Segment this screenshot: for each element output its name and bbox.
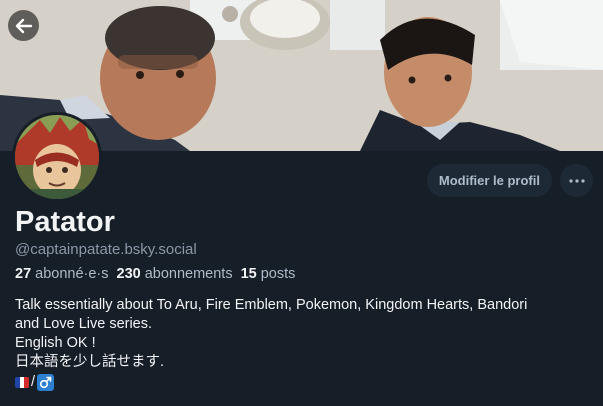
arrow-left-icon [15, 18, 32, 33]
bio-line: 日本語を少し話せます. [15, 354, 165, 370]
posts-count: 15 [240, 266, 257, 282]
profile-handle: @captainpatate.bsky.social [15, 241, 197, 258]
followers-label: abonné·e·s [35, 266, 109, 282]
ellipsis-icon [568, 178, 585, 183]
posts-stat: 15 posts [241, 266, 296, 282]
followers-stat[interactable]: 27 abonné·e·s [15, 266, 109, 282]
bio-line: English OK ! [15, 335, 96, 351]
bio-line: and Love Live series. [15, 316, 153, 332]
posts-label: posts [260, 266, 296, 282]
france-flag-icon [15, 377, 29, 388]
profile-actions: Modifier le profil [426, 164, 593, 197]
followers-count: 27 [15, 266, 32, 282]
flag-separator: / [31, 374, 36, 390]
bio-line: Talk essentially about To Aru, Fire Embl… [15, 297, 528, 313]
bio-flags: / [15, 373, 595, 392]
profile-stats: 27 abonné·e·s 230 abonnements 15 posts [15, 266, 295, 282]
edit-profile-button[interactable]: Modifier le profil [426, 164, 552, 197]
following-count: 230 [116, 266, 141, 282]
avatar[interactable] [12, 112, 102, 202]
following-stat[interactable]: 230 abonnements [117, 266, 233, 282]
display-name: Patator [15, 206, 115, 238]
following-label: abonnements [144, 266, 233, 282]
profile-bio: Talk essentially about To Aru, Fire Embl… [15, 296, 595, 392]
more-options-button[interactable] [560, 164, 593, 197]
back-button[interactable] [8, 10, 39, 41]
male-sign-icon [37, 374, 55, 391]
avatar-image [15, 115, 99, 199]
